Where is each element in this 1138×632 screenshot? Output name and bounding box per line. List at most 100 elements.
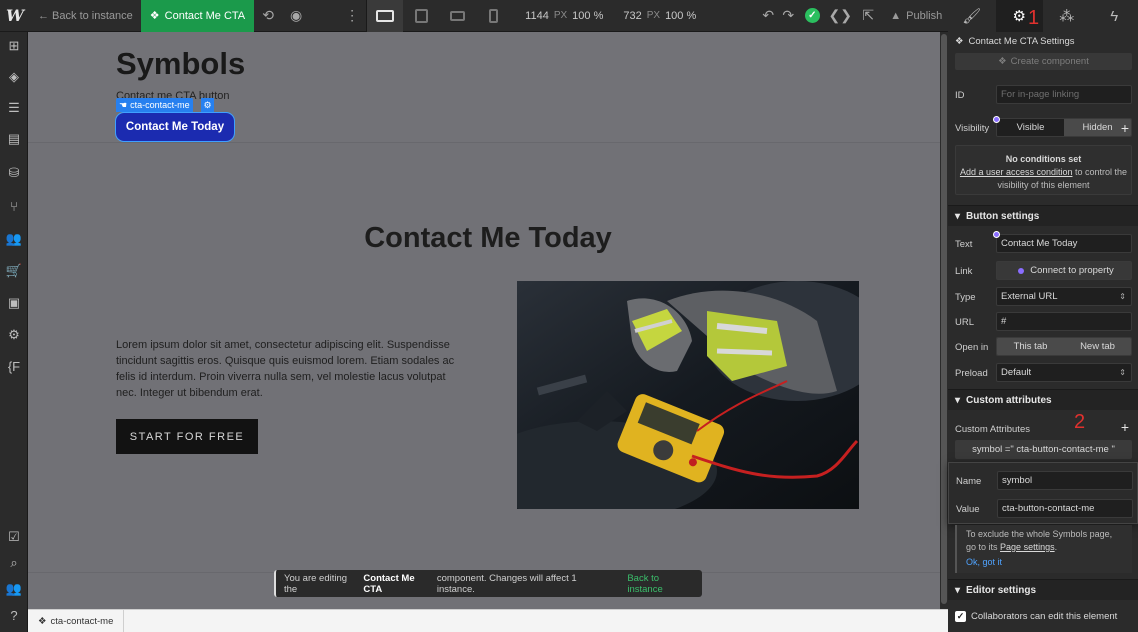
tab-style-brush-icon[interactable]: 🖌 bbox=[948, 0, 996, 32]
canvas-dimensions: 1144 PX 100 % 732 PX 100 % bbox=[525, 10, 696, 22]
tab-interactions-drops-icon[interactable]: ⁂ bbox=[1043, 0, 1091, 32]
body-paragraph[interactable]: Lorem ipsum dolor sit amet, consectetur … bbox=[116, 337, 466, 401]
property-dot-icon bbox=[1018, 267, 1025, 274]
custom-code-icon[interactable]: {F bbox=[0, 352, 28, 380]
connect-property-button[interactable]: Connect to property bbox=[996, 261, 1132, 280]
this-tab-option[interactable]: This tab bbox=[997, 338, 1064, 355]
link-label: Link bbox=[955, 266, 973, 277]
attr-value-input[interactable]: cta-button-contact-me bbox=[997, 499, 1133, 518]
more-options-icon[interactable]: ⋮ bbox=[338, 0, 366, 32]
url-label: URL bbox=[955, 317, 975, 328]
button-settings-header[interactable]: ▾ Button settings bbox=[948, 205, 1138, 226]
users-icon[interactable]: 👥 bbox=[0, 225, 28, 253]
ecommerce-cart-icon[interactable]: 🛒 bbox=[0, 257, 28, 285]
attr-name-input[interactable]: symbol bbox=[997, 471, 1133, 490]
code-icon[interactable]: ❮❯ bbox=[826, 0, 854, 32]
create-component-button[interactable]: ❖ Create component bbox=[955, 53, 1132, 70]
toast-back-to-instance-link[interactable]: Back to instance bbox=[627, 573, 694, 595]
annotation-one: 1 bbox=[1028, 7, 1040, 29]
checkbox-checked-icon[interactable]: ✓ bbox=[955, 611, 966, 622]
visibility-label: Visibility bbox=[955, 123, 990, 134]
cta-contact-me-button[interactable]: Contact Me Today bbox=[115, 112, 235, 142]
pages-icon[interactable]: ▤ bbox=[0, 125, 28, 153]
start-for-free-button[interactable]: START FOR FREE bbox=[116, 419, 258, 454]
url-input[interactable]: # bbox=[996, 312, 1132, 331]
toast-component-name: Contact Me CTA bbox=[363, 572, 415, 595]
back-to-instance-link[interactable]: ← Back to instance bbox=[30, 0, 141, 32]
history-icon[interactable]: ⟲ bbox=[254, 0, 282, 32]
ok-got-it-link[interactable]: Ok, got it bbox=[966, 556, 1123, 569]
publish-icon: ▲ bbox=[890, 9, 902, 22]
select-arrows-icon: ⇕ bbox=[1119, 368, 1126, 377]
section-heading[interactable]: Contact Me Today bbox=[28, 222, 948, 255]
settings-gear-icon[interactable]: ⚙ bbox=[0, 321, 28, 349]
binding-dot-icon[interactable] bbox=[993, 116, 1000, 123]
cms-database-icon[interactable]: ⛁ bbox=[0, 159, 28, 187]
tab-lightning-icon[interactable]: ϟ bbox=[1091, 0, 1138, 32]
mobile-landscape-breakpoint-icon[interactable] bbox=[439, 0, 475, 32]
search-icon[interactable]: ⌕ bbox=[0, 549, 28, 577]
width-value[interactable]: 1144 bbox=[525, 10, 549, 22]
webflow-logo-icon[interactable]: W bbox=[0, 0, 30, 32]
id-input[interactable]: For in-page linking bbox=[996, 85, 1132, 104]
share-icon[interactable]: ⇱ bbox=[854, 0, 882, 32]
height-value[interactable]: 732 bbox=[623, 10, 641, 22]
id-label: ID bbox=[955, 90, 965, 101]
mobile-portrait-breakpoint-icon[interactable] bbox=[475, 0, 511, 32]
preview-eye-icon[interactable]: ◉ bbox=[282, 0, 310, 32]
add-attribute-plus-icon[interactable]: + bbox=[1121, 419, 1129, 435]
redo-icon[interactable]: ↷ bbox=[778, 0, 798, 32]
component-name-label: Contact Me CTA bbox=[164, 9, 246, 22]
open-in-toggle[interactable]: This tab New tab bbox=[996, 337, 1132, 356]
component-icon: ❖ bbox=[38, 615, 47, 627]
editor-settings-header[interactable]: ▾ Editor settings bbox=[948, 579, 1138, 600]
design-canvas[interactable]: Symbols Contact me CTA button ☚ cta-cont… bbox=[28, 32, 948, 609]
selected-element-settings-icon[interactable]: ⚙ bbox=[201, 98, 214, 112]
caret-down-icon: ▾ bbox=[955, 210, 961, 222]
hand-icon: ☚ bbox=[119, 99, 128, 110]
page-settings-link[interactable]: Page settings bbox=[1000, 542, 1055, 552]
visibility-toggle[interactable]: Visible Hidden bbox=[996, 118, 1132, 137]
selected-element-label[interactable]: ☚ cta-contact-me bbox=[116, 98, 193, 112]
custom-attributes-header[interactable]: ▾ Custom attributes bbox=[948, 389, 1138, 410]
add-access-condition-link[interactable]: Add a user access condition bbox=[960, 167, 1073, 177]
conditions-box: No conditions set Add a user access cond… bbox=[955, 145, 1132, 195]
text-label: Text bbox=[955, 239, 973, 250]
symbols-heading[interactable]: Symbols bbox=[116, 46, 245, 82]
canvas-scrollbar[interactable] bbox=[940, 32, 948, 609]
desktop-breakpoint-icon[interactable] bbox=[367, 0, 404, 32]
audit-checkbox-icon[interactable]: ☑ bbox=[0, 523, 28, 551]
collaborators-edit-option[interactable]: ✓ Collaborators can edit this element bbox=[955, 611, 1117, 622]
component-name-tag[interactable]: ❖ Contact Me CTA bbox=[140, 0, 255, 32]
component-edit-toast: You are editing the Contact Me CTA compo… bbox=[274, 570, 702, 597]
button-text-input[interactable]: Contact Me Today bbox=[996, 234, 1132, 253]
select-arrows-icon: ⇕ bbox=[1119, 292, 1126, 301]
binding-dot-icon[interactable] bbox=[993, 231, 1000, 238]
settings-panel: ❖ Contact Me CTA Settings ❖ Create compo… bbox=[948, 32, 1138, 632]
collaborators-icon[interactable]: 👥 bbox=[0, 575, 28, 603]
add-elements-icon[interactable]: ⊞ bbox=[0, 32, 28, 60]
visible-option[interactable]: Visible bbox=[997, 119, 1064, 136]
undo-icon[interactable]: ↶ bbox=[758, 0, 778, 32]
attr-value-label: Value bbox=[956, 504, 980, 515]
exclude-info-box: To exclude the whole Symbols page, go to… bbox=[955, 525, 1132, 573]
tablet-breakpoint-icon[interactable] bbox=[403, 0, 439, 32]
new-tab-option[interactable]: New tab bbox=[1064, 338, 1131, 355]
components-cube-icon[interactable]: ◈ bbox=[0, 63, 28, 91]
status-check-icon[interactable]: ✓ bbox=[798, 0, 826, 32]
assets-images-icon[interactable]: ▣ bbox=[0, 289, 28, 317]
add-condition-plus-icon[interactable]: + bbox=[1121, 120, 1129, 136]
preload-label: Preload bbox=[955, 368, 988, 379]
navigator-icon[interactable]: ☰ bbox=[0, 94, 28, 122]
breadcrumb-item[interactable]: ❖ cta-contact-me bbox=[28, 609, 125, 632]
preload-select[interactable]: Default ⇕ bbox=[996, 363, 1132, 382]
component-icon: ❖ bbox=[955, 36, 964, 47]
logic-flow-icon[interactable]: ⑂ bbox=[0, 192, 28, 220]
settings-panel-title: ❖ Contact Me CTA Settings bbox=[955, 36, 1075, 47]
help-icon[interactable]: ? bbox=[0, 601, 28, 629]
link-type-select[interactable]: External URL ⇕ bbox=[996, 287, 1132, 306]
photo-illustration bbox=[517, 281, 859, 509]
multimeter-photo[interactable] bbox=[517, 281, 859, 509]
left-toolbar: ⊞ ◈ ☰ ▤ ⛁ ⑂ 👥 🛒 ▣ ⚙ {F ☑ ⌕ 👥 ? bbox=[0, 32, 28, 632]
attribute-summary-item[interactable]: symbol =" cta-button-contact-me " bbox=[955, 440, 1132, 459]
